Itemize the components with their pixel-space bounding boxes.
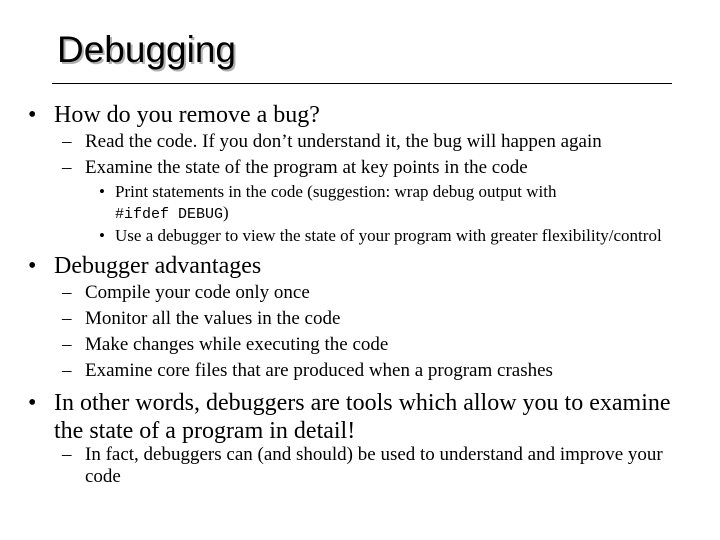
code-snippet: #ifdef DEBUG xyxy=(115,206,224,223)
dash-icon: – xyxy=(62,157,72,178)
bullet-icon: • xyxy=(99,182,105,201)
dash-icon: – xyxy=(62,360,72,381)
title-divider xyxy=(52,83,672,84)
closing-paren: ) xyxy=(223,203,229,222)
list-item-continuation: #ifdef DEBUG) xyxy=(115,203,229,225)
list-item: Make changes while executing the code xyxy=(85,334,389,355)
dash-icon: – xyxy=(62,334,72,355)
section-heading: How do you remove a bug? xyxy=(54,102,320,128)
list-item: Print statements in the code (suggestion… xyxy=(115,182,557,201)
list-item-continuation: code xyxy=(85,466,121,487)
list-item: Use a debugger to view the state of your… xyxy=(115,226,662,245)
section-heading-continuation: the state of a program in detail! xyxy=(54,418,356,444)
list-item: Read the code. If you don’t understand i… xyxy=(85,131,602,152)
list-item: Examine the state of the program at key … xyxy=(85,157,528,178)
bullet-icon: • xyxy=(99,226,105,245)
bullet-icon: • xyxy=(28,253,37,279)
section-heading: Debugger advantages xyxy=(54,253,262,279)
dash-icon: – xyxy=(62,308,72,329)
list-item: Monitor all the values in the code xyxy=(85,308,341,329)
list-item: Compile your code only once xyxy=(85,282,310,303)
bullet-icon: • xyxy=(28,102,37,128)
list-item: In fact, debuggers can (and should) be u… xyxy=(85,444,663,465)
dash-icon: – xyxy=(62,282,72,303)
dash-icon: – xyxy=(62,131,72,152)
bullet-icon: • xyxy=(28,390,37,416)
list-item: Examine core files that are produced whe… xyxy=(85,360,553,381)
section-heading: In other words, debuggers are tools whic… xyxy=(54,390,671,416)
dash-icon: – xyxy=(62,444,72,465)
slide-title: Debugging xyxy=(57,29,236,70)
